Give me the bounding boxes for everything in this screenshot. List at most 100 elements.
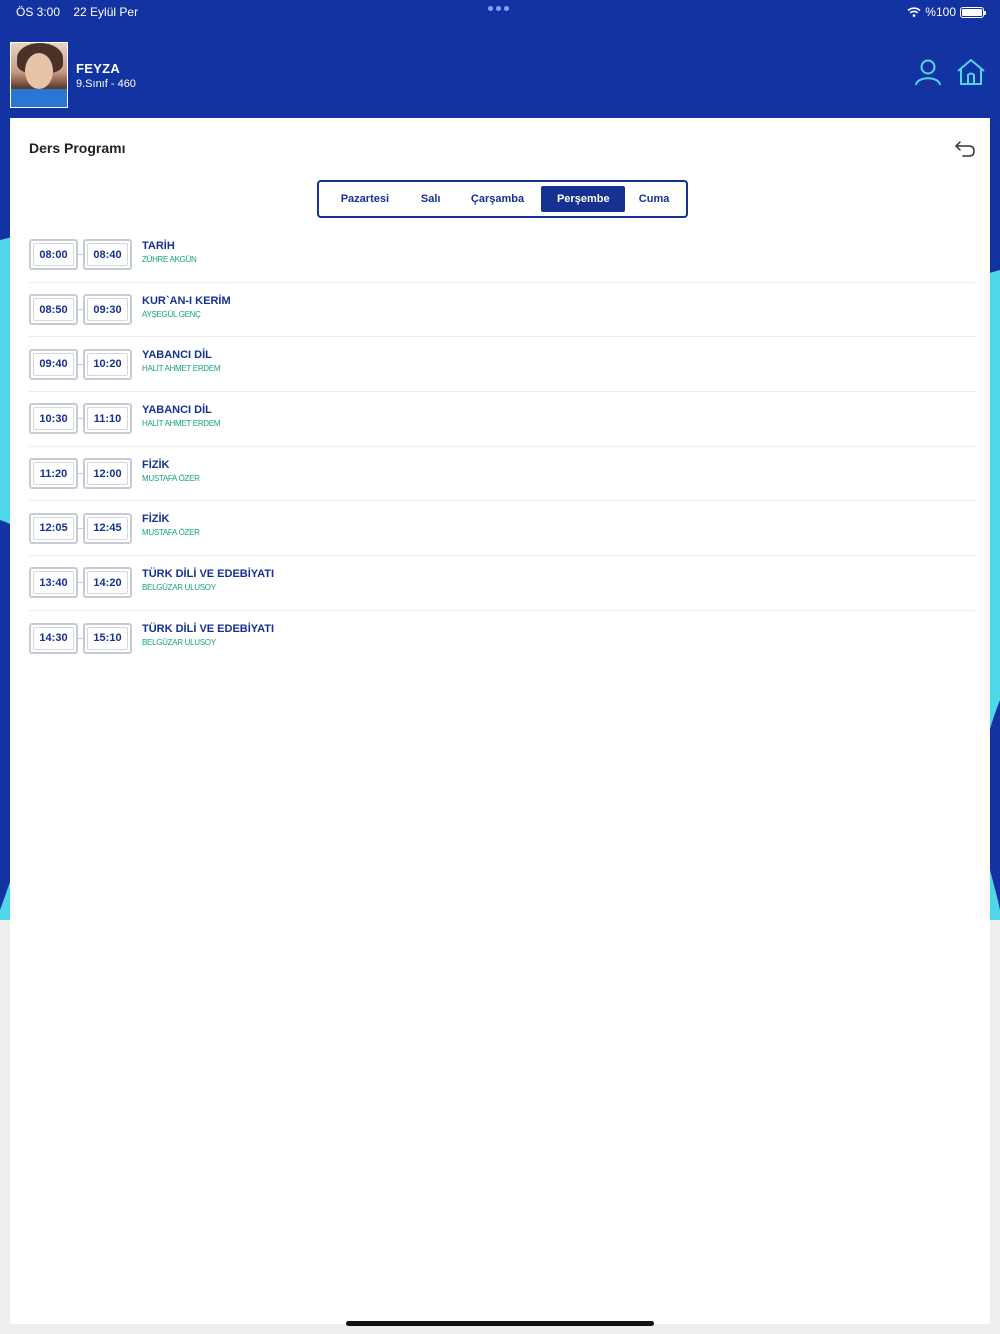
end-time: 12:45 — [87, 516, 128, 540]
schedule-row[interactable]: 13:40 14:20 TÜRK DİLİ VE EDEBİYATI BELGÜ… — [29, 556, 976, 611]
start-time: 08:50 — [33, 298, 74, 322]
time-range: 09:40 10:20 — [29, 348, 132, 380]
time-range: 08:50 09:30 — [29, 294, 132, 326]
end-time-box: 10:20 — [83, 348, 132, 380]
end-time-box: 11:10 — [83, 403, 132, 435]
time-range: 13:40 14:20 — [29, 567, 132, 599]
start-time: 12:05 — [33, 516, 74, 540]
end-time: 10:20 — [87, 352, 128, 376]
home-icon[interactable] — [956, 58, 986, 86]
lesson-teacher: BELGÜZAR ULUSOY — [142, 582, 216, 592]
status-time: ÖS 3:00 — [16, 5, 61, 19]
start-time-box: 14:30 — [29, 622, 78, 654]
lesson-teacher: BELGÜZAR ULUSOY — [142, 638, 216, 648]
start-time: 11:20 — [33, 462, 74, 486]
start-time: 13:40 — [33, 571, 74, 595]
time-range: 11:20 12:00 — [29, 458, 132, 490]
start-time-box: 08:50 — [29, 294, 78, 326]
lesson-teacher: AYŞEGÜL GENÇ — [142, 309, 201, 319]
lesson-info: FİZİK MUSTAFA ÖZER — [142, 513, 200, 537]
lesson-info: TARİH ZÜHRE AKGÜN — [142, 240, 197, 264]
user-class: 9.Sınıf - 460 — [76, 77, 136, 90]
schedule-list: 08:00 08:40 TARİH ZÜHRE AKGÜN 08:50 09:3… — [29, 228, 976, 666]
battery-percent: %100 — [925, 5, 956, 19]
schedule-card: Ders Programı Pazartesi Salı Çarşamba Pe… — [10, 118, 990, 1324]
schedule-row[interactable]: 08:50 09:30 KUR`AN-I KERİM AYŞEGÜL GENÇ — [29, 283, 976, 338]
end-time-box: 15:10 — [83, 622, 132, 654]
time-range: 08:00 08:40 — [29, 239, 132, 271]
tab-sali[interactable]: Salı — [408, 186, 454, 212]
lesson-name: TÜRK DİLİ VE EDEBİYATI — [142, 567, 275, 580]
tab-pazartesi[interactable]: Pazartesi — [322, 186, 408, 212]
time-range: 12:05 12:45 — [29, 512, 132, 544]
end-time: 14:20 — [87, 571, 128, 595]
lesson-teacher: HALİT AHMET ERDEM — [142, 364, 221, 374]
header-actions — [914, 58, 986, 86]
lesson-info: TÜRK DİLİ VE EDEBİYATI BELGÜZAR ULUSOY — [142, 623, 274, 647]
end-time: 12:00 — [87, 462, 128, 486]
lesson-info: TÜRK DİLİ VE EDEBİYATI BELGÜZAR ULUSOY — [142, 568, 274, 592]
end-time: 15:10 — [87, 626, 128, 650]
tab-cuma[interactable]: Cuma — [625, 186, 683, 212]
multitasking-dots-icon[interactable] — [488, 6, 509, 11]
home-indicator[interactable] — [346, 1321, 654, 1326]
start-time: 10:30 — [33, 407, 74, 431]
start-time-box: 11:20 — [29, 458, 78, 490]
start-time-box: 10:30 — [29, 403, 78, 435]
tab-carsamba[interactable]: Çarşamba — [454, 186, 542, 212]
user-name: FEYZA — [76, 60, 121, 76]
day-tabs: Pazartesi Salı Çarşamba Perşembe Cuma — [317, 180, 688, 218]
schedule-row[interactable]: 10:30 11:10 YABANCI DİL HALİT AHMET ERDE… — [29, 392, 976, 447]
schedule-row[interactable]: 14:30 15:10 TÜRK DİLİ VE EDEBİYATI BELGÜ… — [29, 611, 976, 666]
lesson-name: FİZİK — [142, 458, 170, 471]
status-date: 22 Eylül Per — [73, 5, 139, 19]
time-range: 14:30 15:10 — [29, 622, 132, 654]
wifi-icon — [907, 7, 921, 17]
lesson-name: FİZİK — [142, 513, 170, 526]
lesson-teacher: MUSTAFA ÖZER — [142, 528, 200, 538]
time-range: 10:30 11:10 — [29, 403, 132, 435]
end-time-box: 09:30 — [83, 294, 132, 326]
end-time-box: 12:00 — [83, 458, 132, 490]
end-time-box: 12:45 — [83, 512, 132, 544]
battery-icon — [960, 6, 986, 18]
lesson-info: YABANCI DİL HALİT AHMET ERDEM — [142, 349, 220, 373]
profile-header: FEYZA 9.Sınıf - 460 — [10, 42, 990, 108]
end-time: 11:10 — [87, 407, 128, 431]
lesson-name: TÜRK DİLİ VE EDEBİYATI — [142, 623, 275, 636]
start-time-box: 09:40 — [29, 348, 78, 380]
end-time-box: 14:20 — [83, 567, 132, 599]
lesson-teacher: HALİT AHMET ERDEM — [142, 418, 221, 428]
schedule-row[interactable]: 08:00 08:40 TARİH ZÜHRE AKGÜN — [29, 228, 976, 283]
avatar[interactable] — [10, 42, 68, 108]
start-time: 14:30 — [33, 626, 74, 650]
lesson-name: YABANCI DİL — [142, 403, 212, 416]
user-info: FEYZA 9.Sınıf - 460 — [76, 61, 136, 90]
lesson-name: YABANCI DİL — [142, 349, 212, 362]
lesson-teacher: ZÜHRE AKGÜN — [142, 254, 197, 264]
status-bar: ÖS 3:00 22 Eylül Per %100 — [0, 0, 1000, 24]
end-time-box: 08:40 — [83, 239, 132, 271]
end-time: 08:40 — [87, 243, 128, 267]
start-time-box: 13:40 — [29, 567, 78, 599]
lesson-name: KUR`AN-I KERİM — [142, 294, 231, 307]
start-time-box: 08:00 — [29, 239, 78, 271]
schedule-row[interactable]: 12:05 12:45 FİZİK MUSTAFA ÖZER — [29, 501, 976, 557]
lesson-name: TARİH — [142, 239, 175, 252]
lesson-info: FİZİK MUSTAFA ÖZER — [142, 459, 200, 483]
lesson-info: KUR`AN-I KERİM AYŞEGÜL GENÇ — [142, 295, 231, 319]
end-time: 09:30 — [87, 298, 128, 322]
status-left: ÖS 3:00 22 Eylül Per — [16, 5, 148, 19]
tab-persembe[interactable]: Perşembe — [541, 186, 626, 212]
lesson-info: YABANCI DİL HALİT AHMET ERDEM — [142, 404, 220, 428]
schedule-row[interactable]: 09:40 10:20 YABANCI DİL HALİT AHMET ERDE… — [29, 337, 976, 393]
start-time-box: 12:05 — [29, 512, 78, 544]
page-title: Ders Programı — [29, 140, 126, 156]
user-icon[interactable] — [914, 58, 942, 86]
schedule-row[interactable]: 11:20 12:00 FİZİK MUSTAFA ÖZER — [29, 447, 976, 502]
lesson-teacher: MUSTAFA ÖZER — [142, 473, 200, 483]
start-time: 09:40 — [33, 352, 74, 376]
start-time: 08:00 — [33, 243, 74, 267]
back-arrow-icon[interactable] — [954, 140, 976, 158]
status-right: %100 — [907, 5, 986, 19]
